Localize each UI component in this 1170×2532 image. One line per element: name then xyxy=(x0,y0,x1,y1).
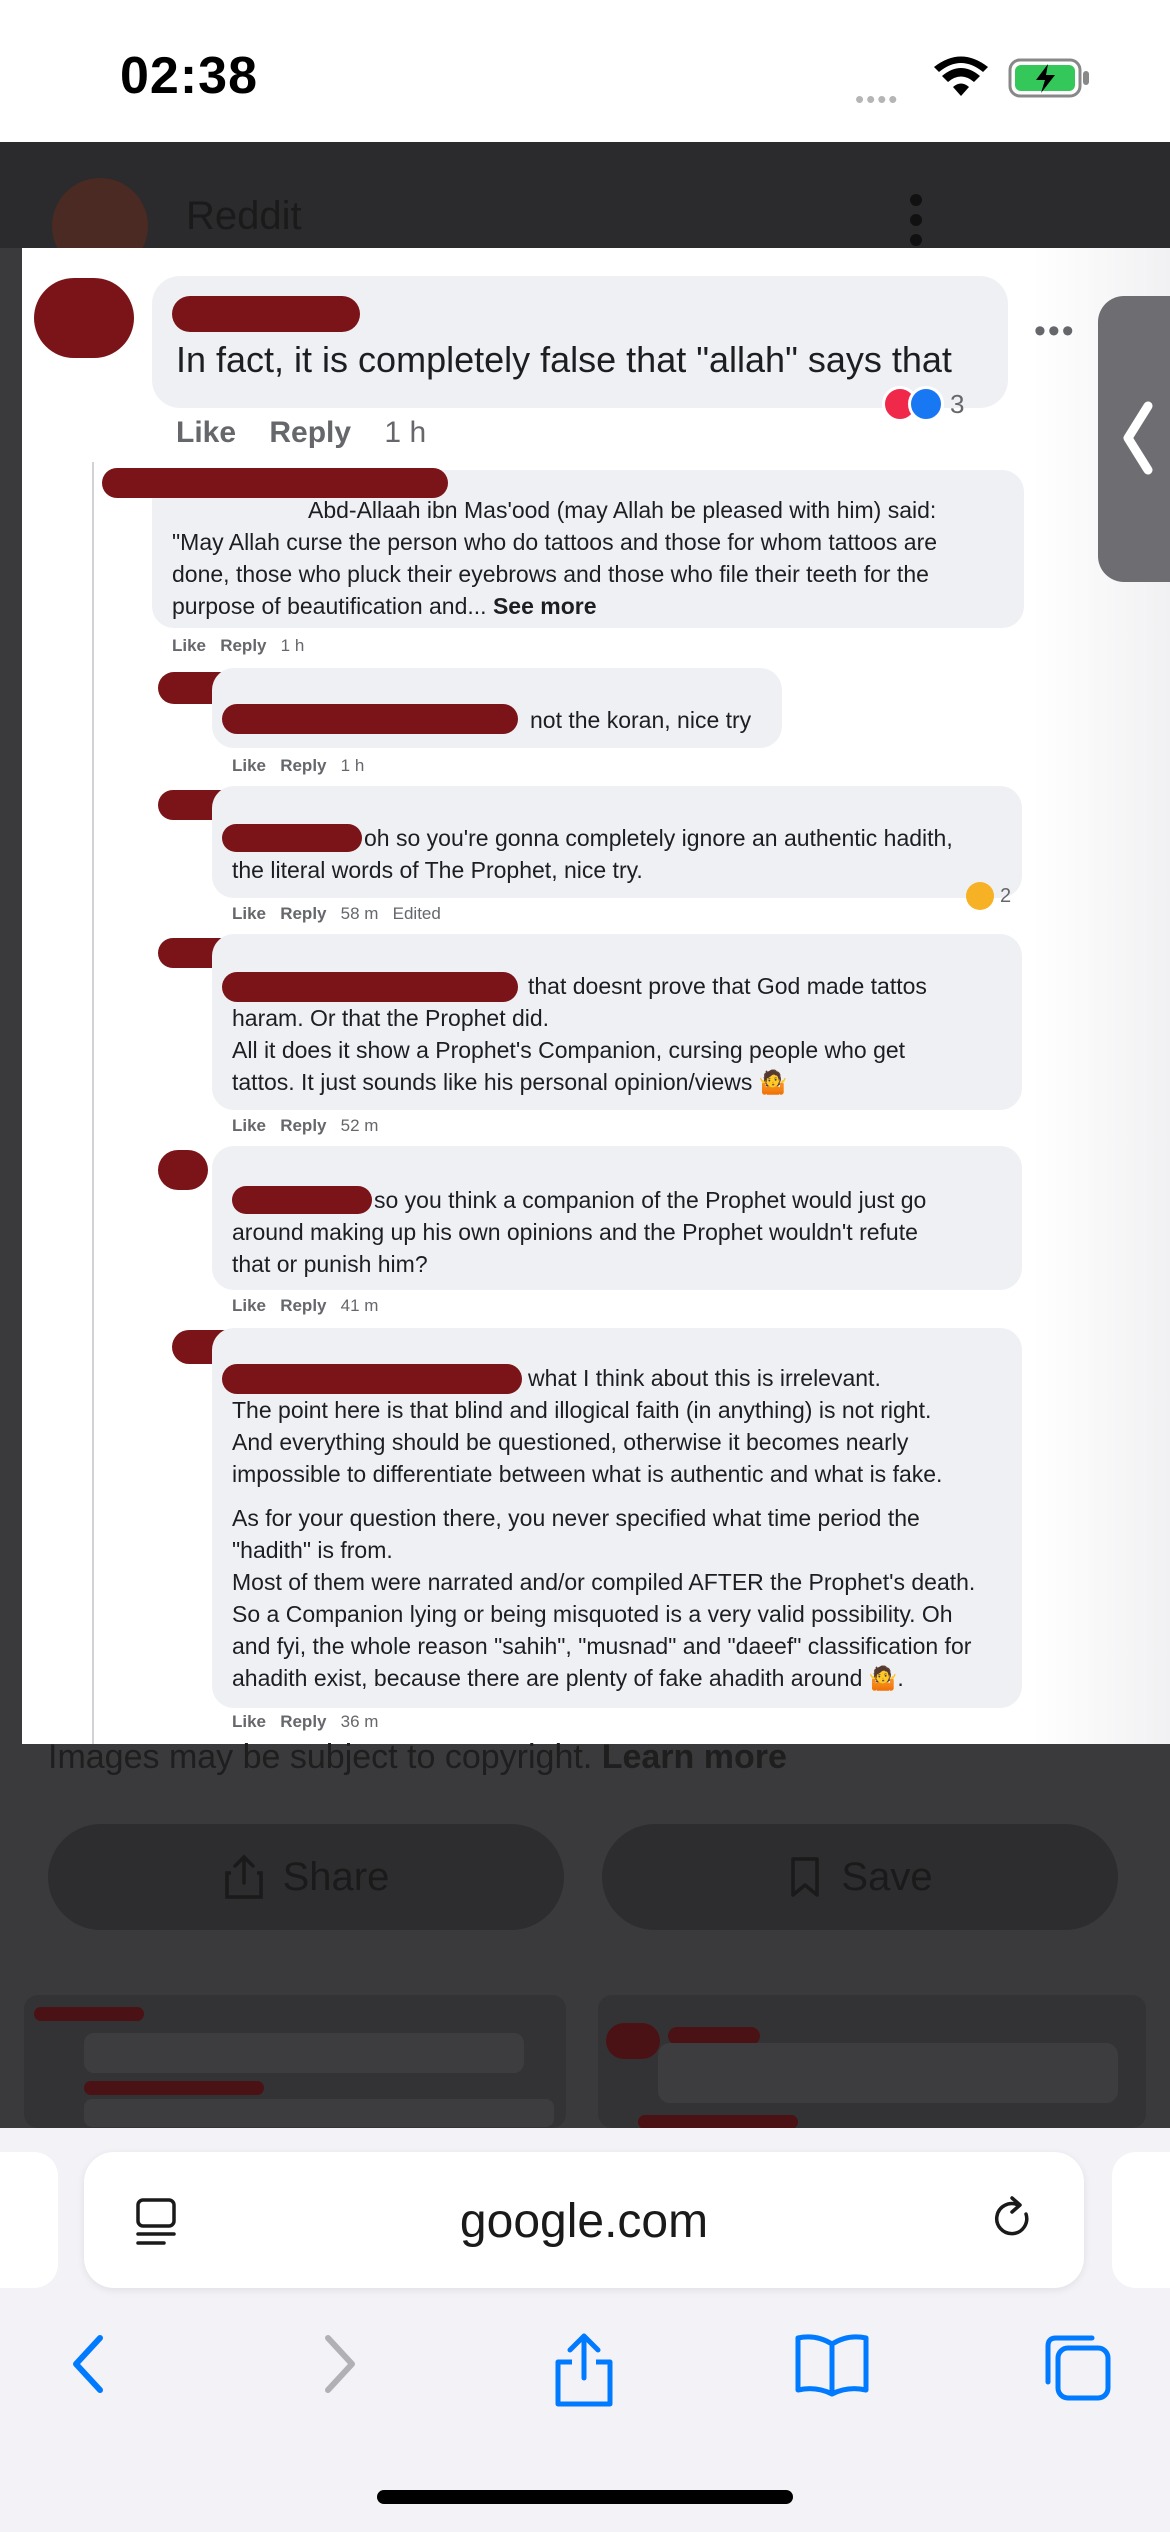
back-button[interactable] xyxy=(66,2330,110,2398)
see-more-link: See more xyxy=(492,593,597,619)
wifi-icon xyxy=(934,56,988,96)
comment-time: 1 h xyxy=(384,416,427,449)
like-reaction-icon xyxy=(908,386,944,422)
comment-meta: Like Reply 41 m xyxy=(232,1296,379,1315)
image-source-header xyxy=(0,142,1170,248)
share-icon xyxy=(224,1854,263,1899)
comment-meta: Like Reply 58 m Edited xyxy=(232,904,441,923)
comment-line: "hadith" is from. xyxy=(232,1537,393,1563)
comment-line: done, those who pluck their eyebrows and… xyxy=(172,561,929,587)
copyright-caption: Images may be subject to copyright. Lear… xyxy=(48,1738,787,1776)
share-page-button[interactable] xyxy=(548,2330,620,2410)
comment-meta: Like Reply 36 m xyxy=(232,1712,379,1731)
redacted-name xyxy=(222,972,518,1002)
next-tab-preview[interactable] xyxy=(1112,2152,1170,2288)
redacted-name xyxy=(222,824,362,852)
address-bar[interactable]: google.com xyxy=(84,2152,1084,2288)
comment-line: All it does it show a Prophet's Companio… xyxy=(232,1037,906,1063)
comment-line: around making up his own opinions and th… xyxy=(232,1219,918,1245)
source-title: Reddit xyxy=(186,194,302,238)
redacted-avatar xyxy=(34,278,134,358)
thread-line xyxy=(92,462,94,1744)
reaction-badge: 3 xyxy=(882,386,964,422)
redacted-name xyxy=(222,1364,522,1394)
related-image-thumbnail[interactable] xyxy=(598,1995,1146,2128)
status-bar: 02:38 •••• xyxy=(0,0,1170,142)
redacted-name xyxy=(232,1186,372,1214)
share-button[interactable]: Share xyxy=(48,1824,564,1930)
comment-line: haram. Or that the Prophet did. xyxy=(232,1005,550,1031)
comment-line: not the koran, nice try xyxy=(530,707,752,733)
comment-text: In fact, it is completely false that "al… xyxy=(176,339,952,380)
comment-line: The point here is that blind and illogic… xyxy=(232,1397,932,1423)
comment-line: that or punish him? xyxy=(232,1251,428,1277)
haha-reaction-icon xyxy=(966,882,994,910)
comment-meta: Like Reply 1 h xyxy=(172,636,305,655)
comment-line: ahadith exist, because there are plenty … xyxy=(232,1665,904,1691)
redacted-avatar xyxy=(158,1150,208,1190)
comment-line: that doesnt prove that God made tattos xyxy=(528,973,927,999)
comment-line: the literal words of The Prophet, nice t… xyxy=(232,857,643,883)
comment-line: and fyi, the whole reason "sahih", "musn… xyxy=(232,1633,972,1659)
comment-line: "May Allah curse the person who do tatto… xyxy=(172,529,938,555)
chevron-left-icon xyxy=(1123,401,1153,475)
reaction-badge: 2 xyxy=(966,882,1011,910)
comment-line: And everything should be questioned, oth… xyxy=(232,1429,909,1455)
comment-line: Most of them were narrated and/or compil… xyxy=(232,1569,976,1595)
comment-line: So a Companion lying or being misquoted … xyxy=(232,1601,953,1627)
reply-link: Reply xyxy=(269,416,352,449)
cellular-signal-icon: •••• xyxy=(855,84,900,114)
save-button[interactable]: Save xyxy=(602,1824,1118,1930)
tabs-button[interactable] xyxy=(1040,2330,1114,2404)
comment-line: tattos. It just sounds like his personal… xyxy=(232,1069,788,1095)
home-indicator xyxy=(377,2490,793,2504)
side-panel-tab[interactable] xyxy=(1098,296,1170,582)
like-link: Like xyxy=(176,416,237,449)
previous-tab-preview[interactable] xyxy=(0,2152,58,2288)
related-image-thumbnail[interactable] xyxy=(24,1995,566,2128)
forward-button[interactable] xyxy=(318,2330,362,2398)
url-text: google.com xyxy=(459,2195,709,2248)
battery-charging-icon xyxy=(1008,58,1089,98)
comment-meta: Like Reply 52 m xyxy=(232,1116,379,1135)
reload-icon[interactable] xyxy=(990,2192,1038,2248)
comment-meta: Like Reply 1 h xyxy=(176,416,426,450)
comment-line: impossible to differentiate between what… xyxy=(232,1461,943,1487)
status-time: 02:38 xyxy=(120,47,258,105)
comment-line: Abd-Allaah ibn Mas'ood (may Allah be ple… xyxy=(308,497,937,523)
comment-line: oh so you're gonna completely ignore an … xyxy=(364,825,953,851)
comment-line: purpose of beautification and... See mor… xyxy=(172,593,597,619)
comment-line: what I think about this is irrelevant. xyxy=(528,1365,881,1391)
comment-meta: Like Reply 1 h xyxy=(232,756,365,775)
bookmarks-button[interactable] xyxy=(792,2330,872,2400)
more-vertical-icon[interactable] xyxy=(904,192,928,248)
reaction-count: 3 xyxy=(950,388,965,419)
redacted-name xyxy=(172,296,360,332)
comment-screenshot-image[interactable]: In fact, it is completely false that "al… xyxy=(22,248,1170,1744)
comment-line: As for your question there, you never sp… xyxy=(232,1505,920,1531)
redacted-name xyxy=(222,704,518,734)
bookmark-icon xyxy=(791,1857,820,1897)
comment-line: so you think a companion of the Prophet … xyxy=(374,1187,927,1213)
learn-more-link[interactable]: Learn more xyxy=(602,1738,787,1776)
more-options-icon: ••• xyxy=(1034,312,1076,350)
